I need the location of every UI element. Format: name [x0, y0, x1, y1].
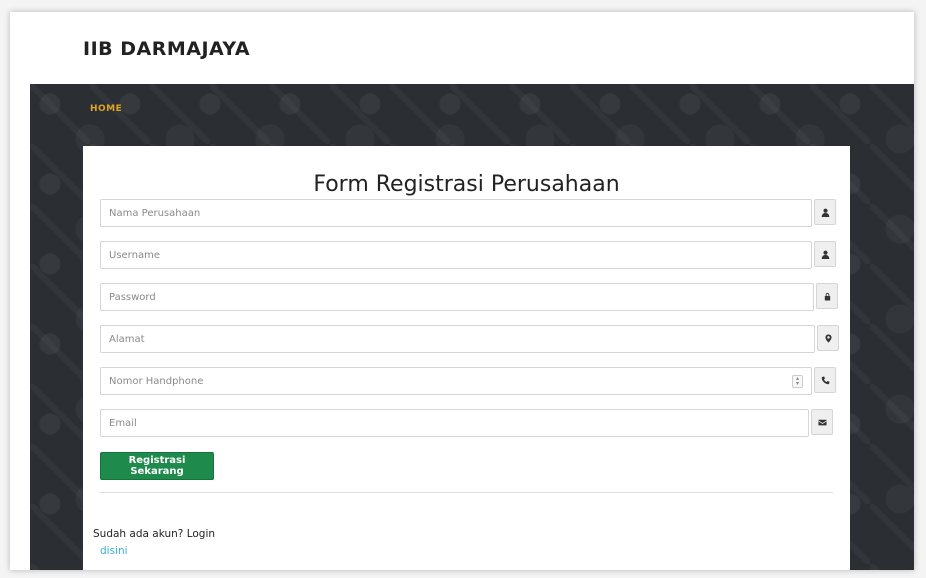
hero-section: HOME Form Registrasi Perusahaan Nama Per… [30, 84, 914, 570]
company-name-input[interactable] [100, 199, 812, 227]
address-field [100, 325, 839, 353]
user-icon [814, 199, 836, 225]
envelope-icon [811, 409, 833, 435]
password-input[interactable] [100, 283, 814, 311]
username-field [100, 241, 838, 269]
username-input[interactable] [100, 241, 812, 269]
register-button[interactable]: Registrasi Sekarang [100, 452, 214, 480]
browser-page: IIB DARMAJAYA HOME Form Registrasi Perus… [10, 12, 914, 570]
password-field [100, 283, 838, 311]
form-title: Form Registrasi Perusahaan [313, 172, 620, 197]
form-divider [100, 492, 833, 493]
email-input[interactable] [100, 409, 809, 437]
registration-card: Form Registrasi Perusahaan Nama Perusaha… [83, 146, 850, 570]
address-input[interactable] [100, 325, 815, 353]
login-here-link[interactable]: disini [100, 545, 128, 557]
number-spinner[interactable]: ▴ ▾ [792, 375, 803, 388]
email-field [100, 409, 838, 437]
company-name-field [100, 199, 838, 227]
user-icon [814, 241, 836, 267]
phone-icon [814, 367, 836, 393]
nav-home-link[interactable]: HOME [90, 104, 122, 114]
phone-field: ▴▾ [100, 367, 838, 395]
login-prompt: Sudah ada akun? Login [93, 528, 216, 540]
brand-title[interactable]: IIB DARMAJAYA [83, 38, 250, 60]
map-marker-icon [817, 325, 839, 351]
phone-input[interactable] [100, 367, 812, 395]
lock-icon [816, 283, 838, 309]
